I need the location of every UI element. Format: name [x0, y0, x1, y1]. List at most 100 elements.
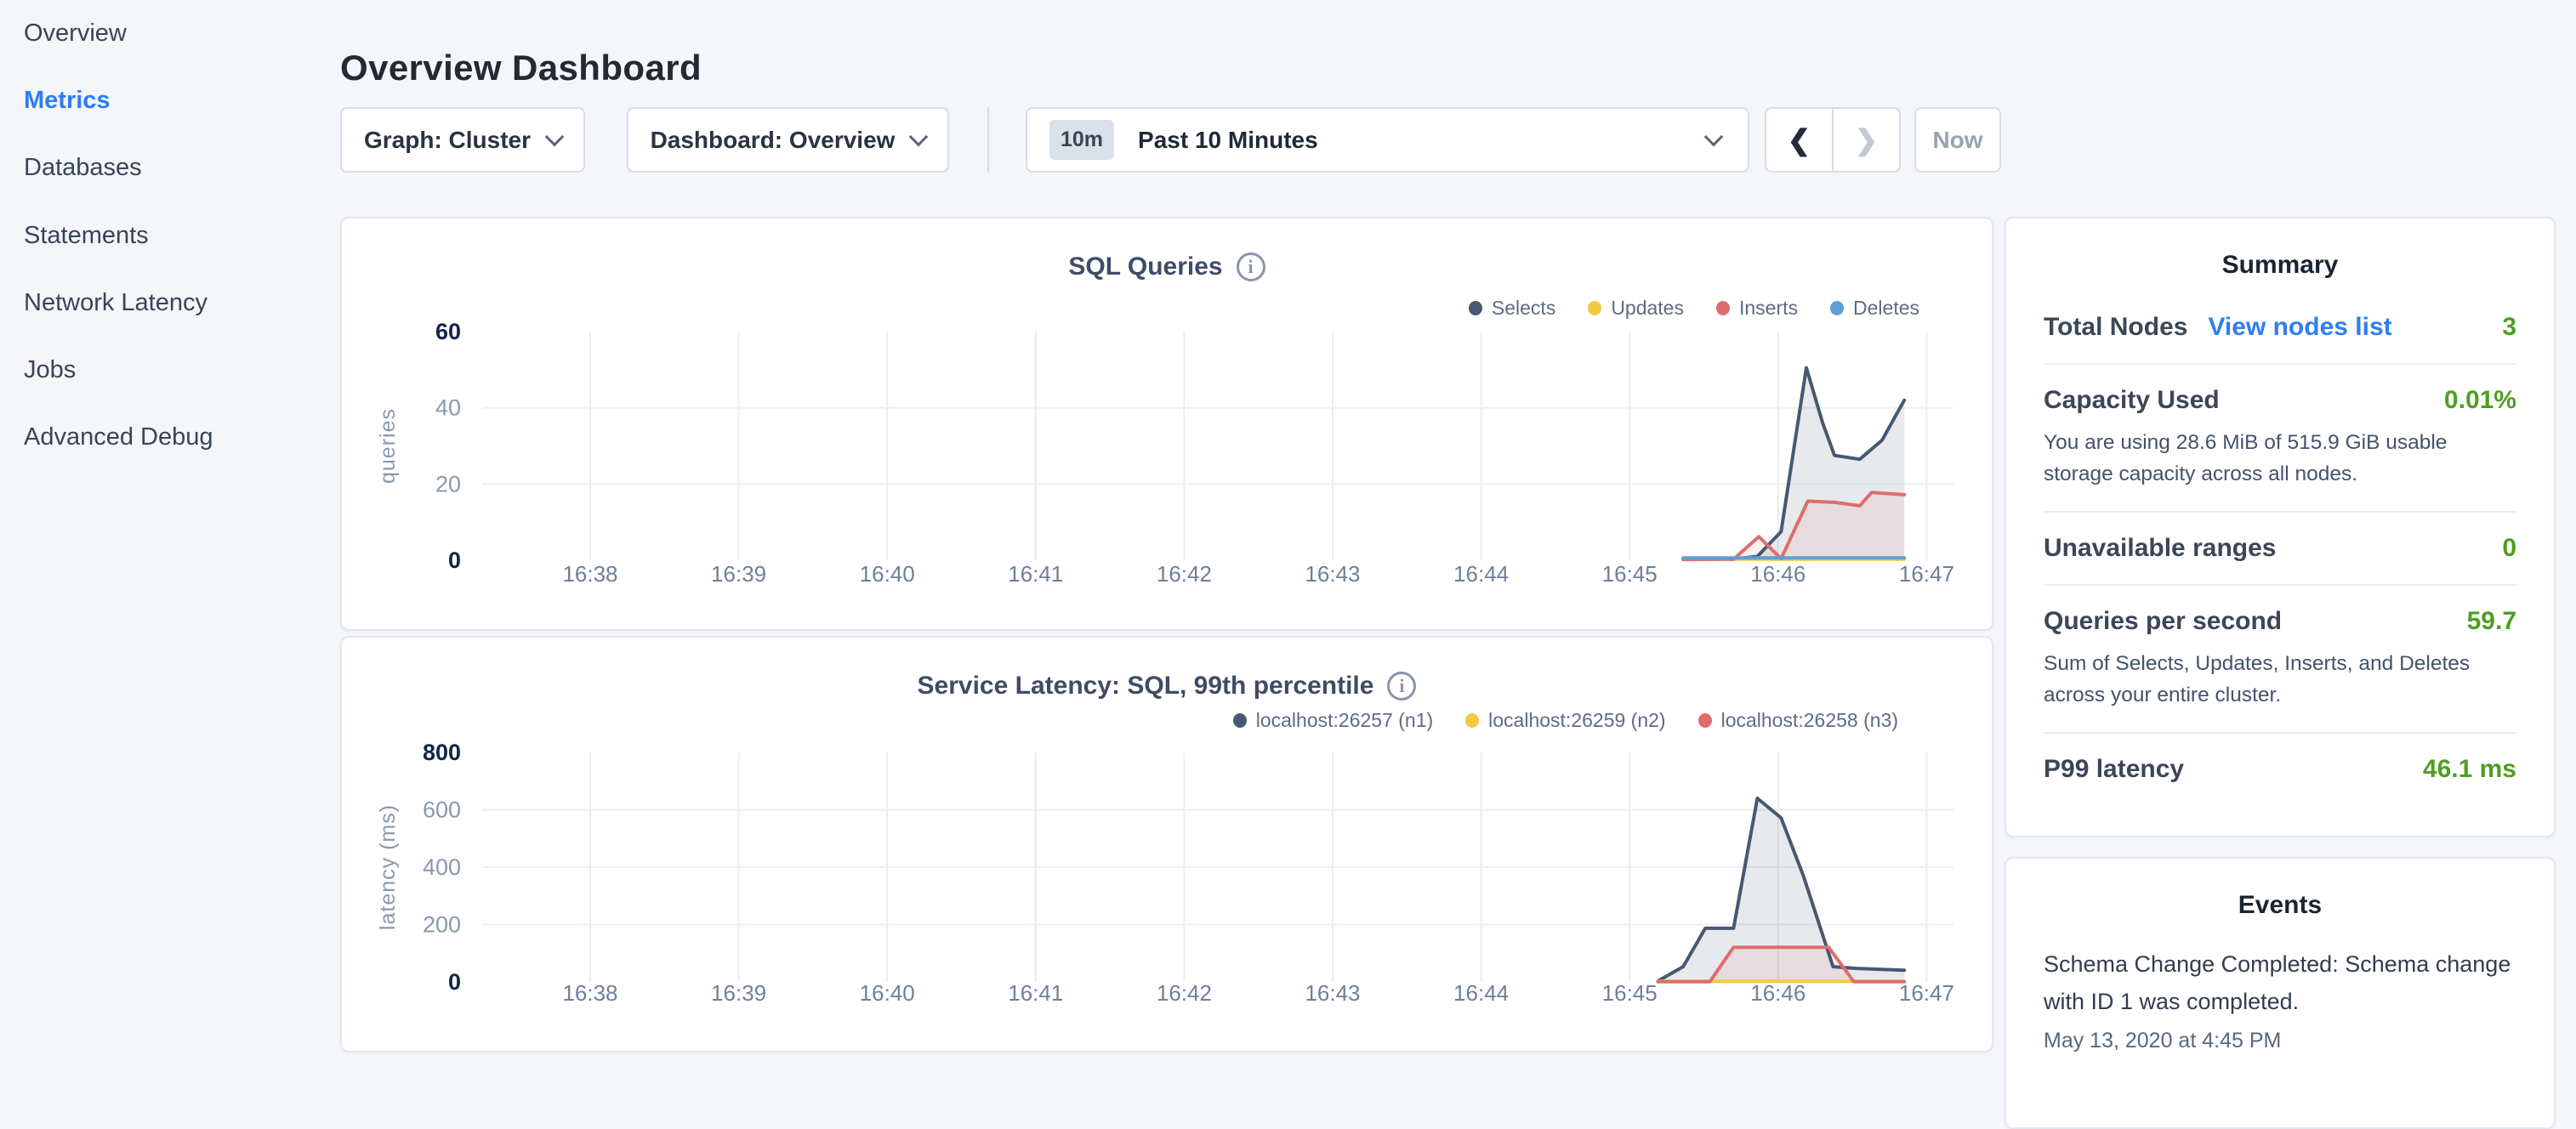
legend-item-localhost-26259-n2[interactable]: localhost:26259 (n2)	[1465, 709, 1665, 732]
svg-text:16:41: 16:41	[1008, 561, 1063, 587]
svg-text:16:42: 16:42	[1157, 561, 1212, 587]
view-nodes-list-link[interactable]: View nodes list	[2208, 313, 2391, 342]
event-timestamp: May 13, 2020 at 4:45 PM	[2044, 1029, 2516, 1053]
graph-scope-dropdown[interactable]: Graph: Cluster	[340, 107, 585, 173]
time-range-label: Past 10 Minutes	[1138, 127, 1318, 154]
legend-item-updates[interactable]: Updates	[1588, 297, 1684, 320]
legend-dot-icon	[1233, 713, 1247, 728]
sidebar: Overview Metrics Databases Statements Networ…	[0, 0, 340, 1051]
time-range-dropdown[interactable]: 10m Past 10 Minutes	[1026, 107, 1749, 173]
now-button[interactable]: Now	[1914, 107, 2001, 173]
prev-window-button[interactable]: ❮	[1766, 109, 1834, 171]
legend-dot-icon	[1588, 301, 1601, 315]
legend-label: Inserts	[1739, 297, 1798, 320]
legend-dot-icon	[1469, 301, 1482, 315]
service-latency-chart-card: 16:3816:3916:4016:4116:4216:4316:4416:45…	[340, 636, 1993, 1052]
svg-text:16:47: 16:47	[1899, 561, 1954, 587]
summary-value: 3	[2502, 313, 2516, 342]
svg-text:800: 800	[423, 740, 461, 765]
legend-dot-icon	[1698, 713, 1712, 728]
svg-text:16:46: 16:46	[1750, 980, 1805, 1006]
summary-row-unavailable-ranges: Unavailable ranges 0	[2044, 513, 2516, 586]
legend-dot-icon	[1716, 301, 1730, 315]
summary-row-capacity-used: Capacity Used 0.01% You are using 28.6 MiB…	[2044, 365, 2516, 513]
legend-item-localhost-26257-n1[interactable]: localhost:26257 (n1)	[1233, 709, 1433, 732]
summary-value: 0	[2502, 534, 2516, 563]
summary-row-queries-per-second: Queries per second 59.7 Sum of Selects, Up…	[2044, 586, 2516, 734]
svg-text:40: 40	[435, 395, 461, 421]
graph-scope-label: Graph: Cluster	[364, 127, 531, 154]
svg-text:16:42: 16:42	[1157, 980, 1212, 1006]
svg-text:16:44: 16:44	[1453, 561, 1509, 587]
chevron-down-icon	[909, 127, 929, 146]
chart-title: Service Latency: SQL, 99th percentile	[918, 672, 1374, 701]
svg-text:20: 20	[435, 471, 461, 496]
svg-text:16:40: 16:40	[860, 561, 915, 587]
time-window-nav: ❮ ❯	[1765, 107, 1901, 173]
sidebar-item-advanced-debug[interactable]: Advanced Debug	[24, 423, 213, 451]
page-title: Overview Dashboard	[340, 48, 702, 88]
svg-text:16:46: 16:46	[1750, 561, 1805, 587]
summary-title: Summary	[2006, 251, 2554, 280]
chevron-down-icon	[545, 127, 565, 146]
svg-text:200: 200	[423, 912, 461, 938]
svg-text:0: 0	[448, 547, 461, 573]
svg-text:600: 600	[423, 797, 461, 823]
svg-text:16:43: 16:43	[1305, 561, 1360, 587]
legend-dot-icon	[1465, 713, 1479, 728]
legend-label: localhost:26258 (n3)	[1721, 709, 1898, 732]
summary-value: 0.01%	[2444, 386, 2516, 415]
svg-text:16:44: 16:44	[1453, 980, 1509, 1006]
sidebar-item-overview[interactable]: Overview	[24, 20, 127, 48]
summary-label: Total Nodes	[2044, 313, 2187, 342]
legend-item-deletes[interactable]: Deletes	[1830, 297, 1919, 320]
chart-legend: localhost:26257 (n1) localhost:26259 (n2)…	[1233, 709, 1898, 732]
chevron-down-icon	[1704, 127, 1724, 146]
summary-label: Unavailable ranges	[2044, 534, 2276, 563]
info-icon[interactable]: i	[1237, 252, 1265, 281]
summary-description: You are using 28.6 MiB of 515.9 GiB usab…	[2044, 427, 2516, 490]
events-title: Events	[2006, 891, 2554, 920]
svg-text:16:45: 16:45	[1602, 980, 1658, 1006]
svg-text:0: 0	[448, 969, 461, 995]
legend-item-localhost-26258-n3[interactable]: localhost:26258 (n3)	[1698, 709, 1898, 732]
summary-label: Capacity Used	[2044, 386, 2220, 415]
dashboard-label: Dashboard: Overview	[651, 127, 896, 154]
legend-item-selects[interactable]: Selects	[1469, 297, 1555, 320]
svg-text:16:39: 16:39	[711, 561, 766, 587]
summary-description: Sum of Selects, Updates, Inserts, and De…	[2044, 648, 2516, 711]
legend-dot-icon	[1830, 301, 1844, 315]
next-window-button[interactable]: ❯	[1834, 109, 1899, 171]
summary-value: 46.1 ms	[2423, 755, 2516, 784]
svg-text:16:39: 16:39	[711, 980, 766, 1006]
summary-row-p99-latency: P99 latency46.1 ms	[2044, 734, 2516, 805]
sidebar-item-statements[interactable]: Statements	[24, 222, 149, 250]
svg-text:16:38: 16:38	[562, 980, 617, 1006]
legend-label: Deletes	[1853, 297, 1919, 320]
summary-value: 59.7	[2467, 607, 2516, 636]
legend-label: localhost:26257 (n1)	[1256, 709, 1433, 732]
svg-text:queries: queries	[376, 408, 400, 484]
summary-label: Queries per second	[2044, 607, 2282, 636]
svg-text:400: 400	[423, 854, 461, 880]
sidebar-item-network-latency[interactable]: Network Latency	[24, 289, 208, 317]
svg-text:16:47: 16:47	[1899, 980, 1954, 1006]
events-panel: Events Schema Change Completed: Schema c…	[2005, 857, 2556, 1129]
summary-panel: Summary Total Nodes View nodes list 3 Capac…	[2005, 217, 2556, 837]
sidebar-item-databases[interactable]: Databases	[24, 154, 142, 182]
sidebar-item-jobs[interactable]: Jobs	[24, 356, 76, 384]
svg-text:60: 60	[435, 319, 461, 344]
chart-legend: Selects Updates Inserts Deletes	[1469, 297, 1919, 320]
time-range-badge: 10m	[1049, 120, 1114, 160]
summary-row-total-nodes: Total Nodes View nodes list 3	[2044, 292, 2516, 365]
info-icon[interactable]: i	[1387, 672, 1416, 701]
svg-text:16:41: 16:41	[1008, 980, 1063, 1006]
legend-item-inserts[interactable]: Inserts	[1716, 297, 1798, 320]
event-text: Schema Change Completed: Schema change w…	[2044, 945, 2516, 1020]
event-item[interactable]: Schema Change Completed: Schema change w…	[2044, 945, 2516, 1053]
dashboard-dropdown[interactable]: Dashboard: Overview	[627, 107, 949, 173]
svg-text:16:45: 16:45	[1602, 561, 1658, 587]
sql-queries-chart-card: 16:3816:3916:4016:4116:4216:4316:4416:45…	[340, 217, 1993, 631]
svg-text:16:40: 16:40	[860, 980, 915, 1006]
sidebar-item-metrics[interactable]: Metrics	[24, 87, 111, 115]
